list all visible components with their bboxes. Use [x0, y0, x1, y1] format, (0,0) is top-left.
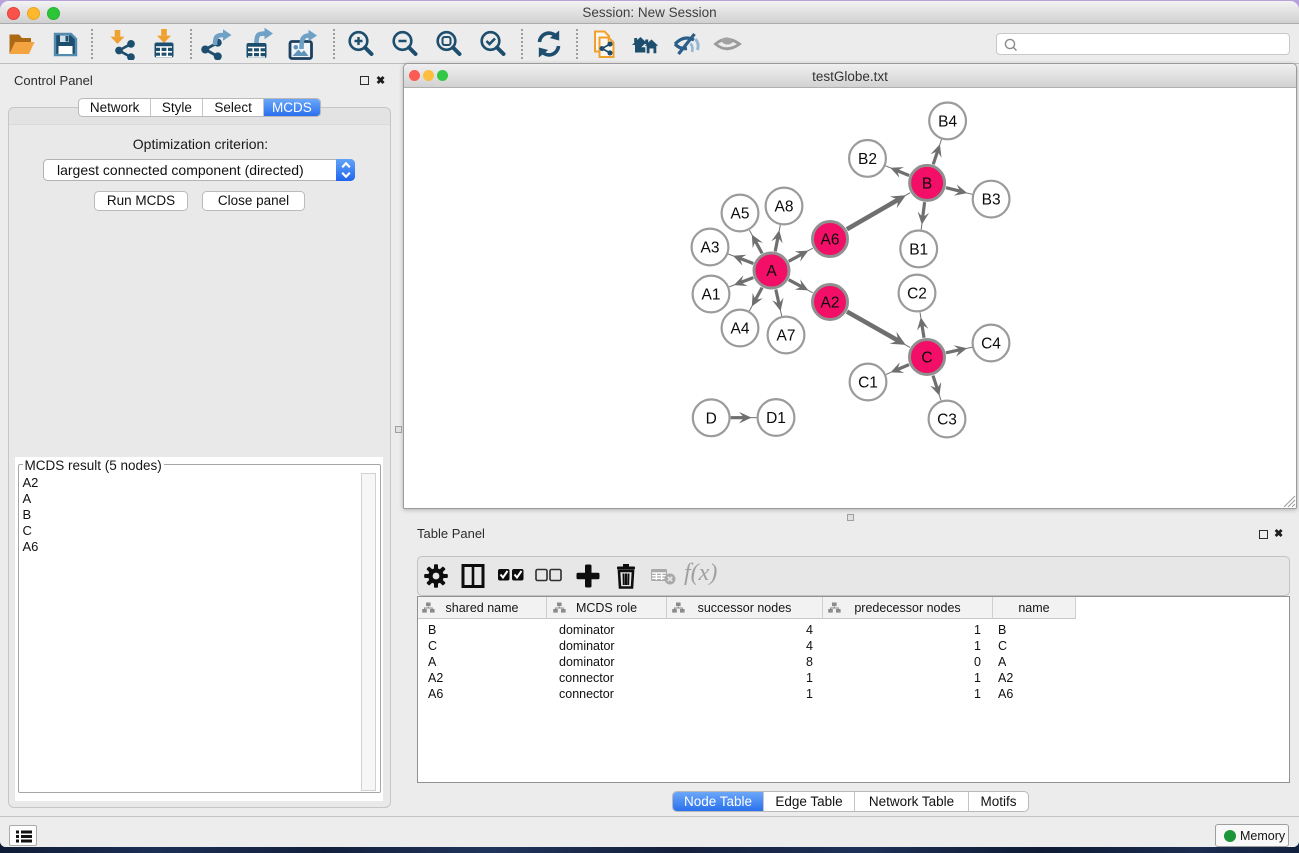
svg-text:D1: D1	[766, 410, 786, 427]
svg-text:A6: A6	[821, 232, 840, 249]
svg-text:C4: C4	[981, 336, 1001, 353]
svg-text:B3: B3	[982, 192, 1001, 209]
svg-text:A8: A8	[775, 199, 794, 216]
svg-text:B4: B4	[938, 113, 957, 130]
svg-text:A2: A2	[821, 295, 840, 312]
svg-text:B2: B2	[858, 151, 877, 168]
svg-text:C2: C2	[907, 286, 927, 303]
svg-text:B1: B1	[909, 241, 928, 258]
svg-text:A: A	[766, 263, 777, 280]
svg-text:A1: A1	[702, 287, 721, 304]
svg-text:A7: A7	[777, 328, 796, 345]
svg-text:D: D	[706, 410, 717, 427]
svg-text:C: C	[921, 350, 932, 367]
svg-text:C1: C1	[858, 375, 878, 392]
svg-text:A4: A4	[731, 321, 750, 338]
svg-text:A3: A3	[701, 240, 720, 257]
svg-text:B: B	[922, 175, 932, 192]
svg-text:C3: C3	[937, 412, 957, 429]
svg-text:A5: A5	[731, 206, 750, 223]
